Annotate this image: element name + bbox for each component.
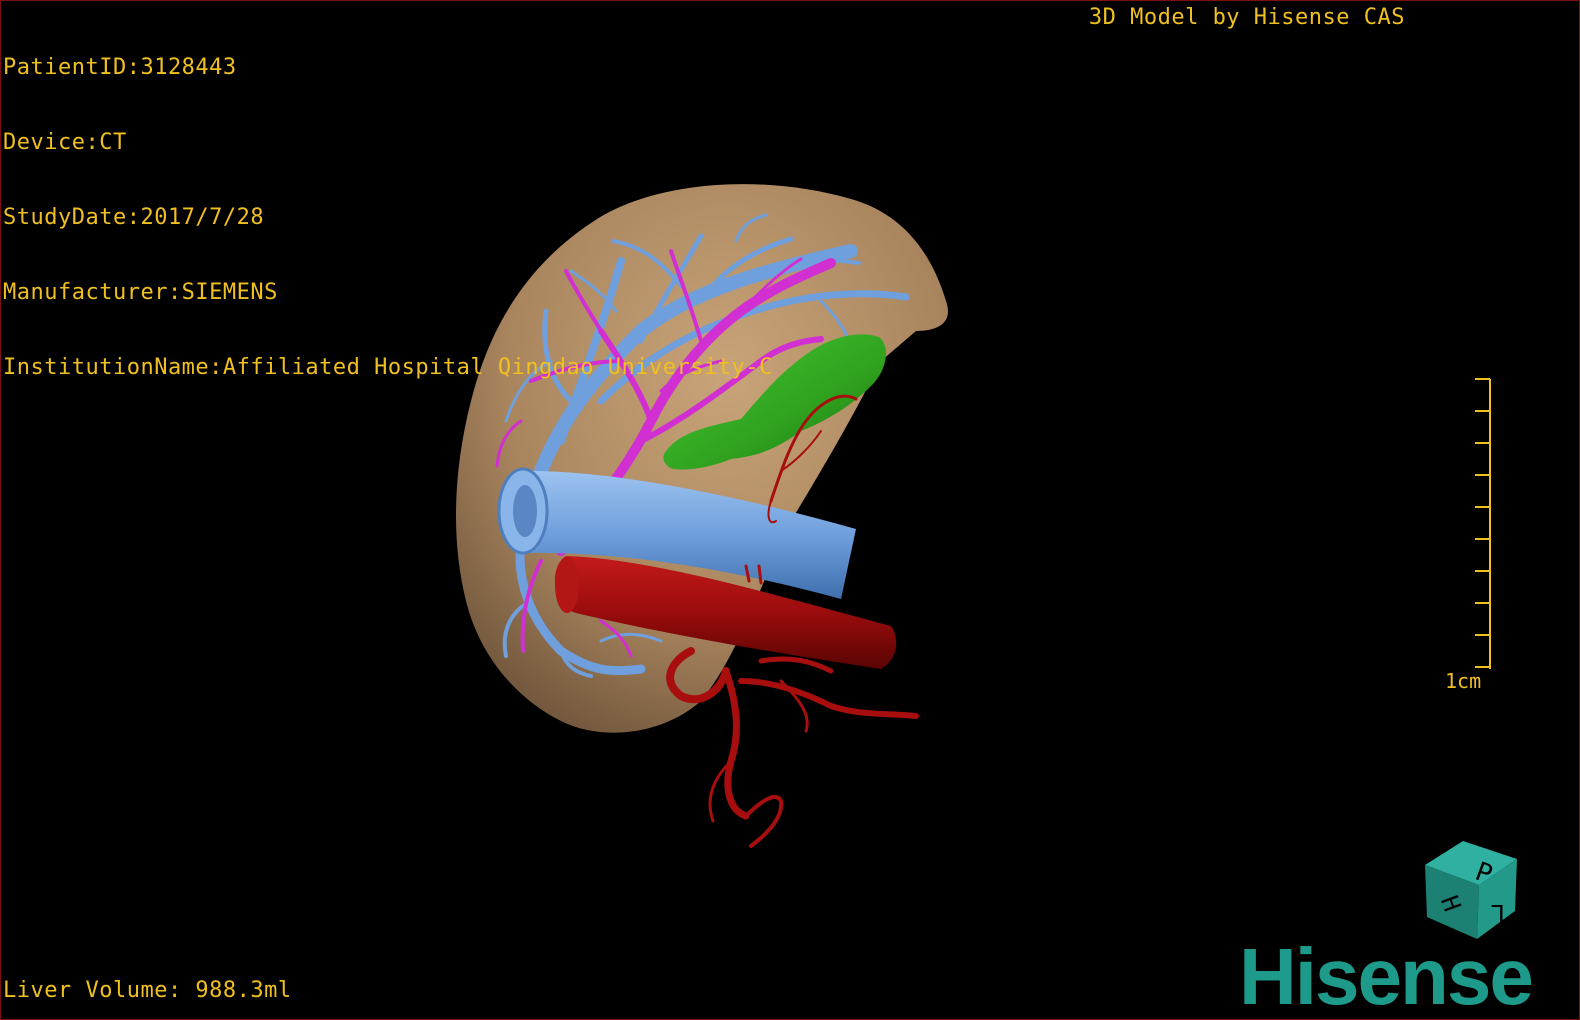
hisense-logo: Hisense: [1239, 932, 1534, 1020]
manufacturer-text: Manufacturer:SIEMENS: [3, 280, 278, 305]
institution-text: InstitutionName:Affiliated Hospital Qing…: [3, 355, 773, 380]
scale-label: 1cm: [1445, 669, 1482, 693]
cube-face-right-label: L: [1491, 899, 1505, 927]
liver-volume-text: Liver Volume: 988.3ml: [3, 978, 292, 1003]
device-text: Device:CT: [3, 130, 127, 155]
study-date-text: StudyDate:2017/7/28: [3, 205, 265, 230]
patient-id-text: PatientID:3128443: [3, 55, 237, 80]
orientation-cube-icon[interactable]: P H L: [1419, 835, 1529, 945]
model-credit-text: 3D Model by Hisense CAS: [1088, 5, 1405, 30]
study-info-panel: PatientID:3128443 Device:CT StudyDate:20…: [3, 5, 773, 430]
3d-viewport[interactable]: PatientID:3128443 Device:CT StudyDate:20…: [0, 0, 1580, 1020]
scale-bar-icon: [1475, 378, 1491, 669]
